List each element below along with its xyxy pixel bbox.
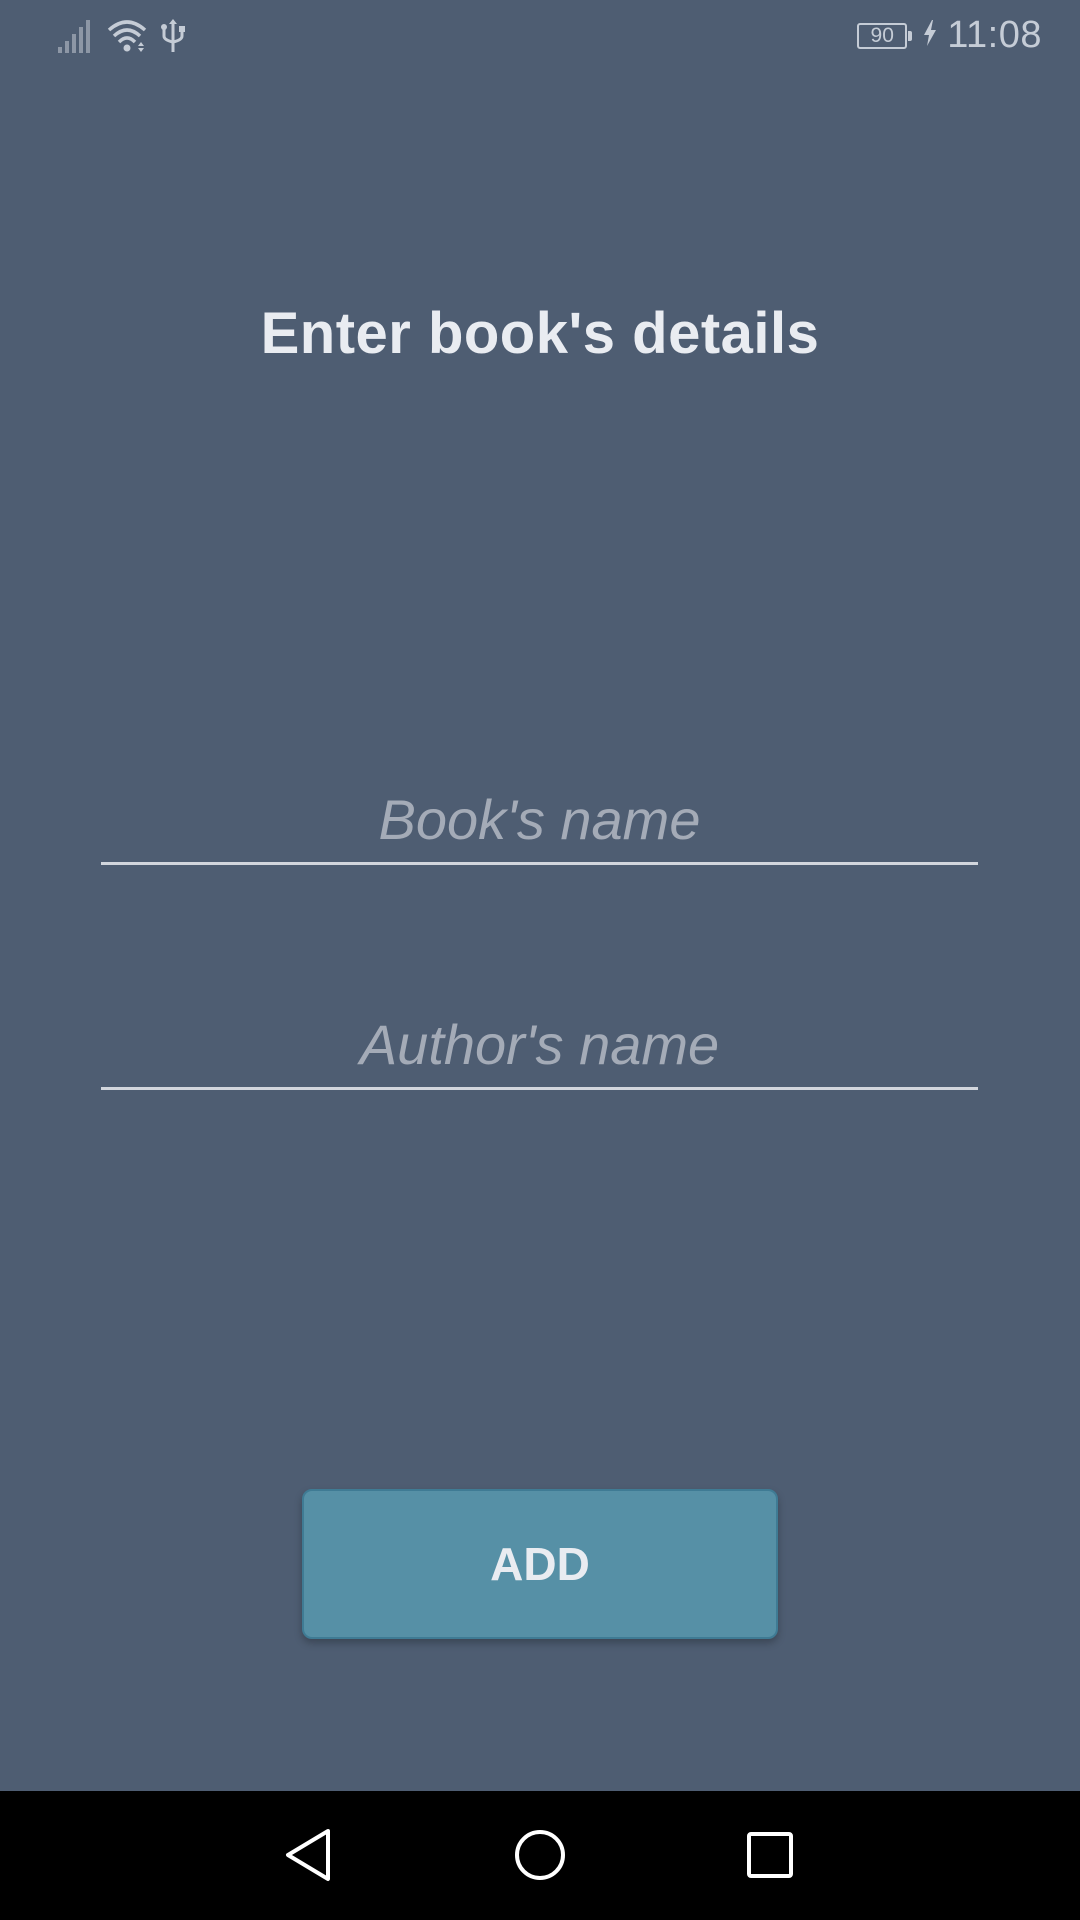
page-title: Enter book's details — [260, 301, 820, 366]
signal-icon — [58, 19, 94, 58]
wifi-icon — [106, 18, 148, 59]
home-button[interactable] — [508, 1823, 572, 1887]
add-button-label: ADD — [490, 1538, 590, 1590]
author-name-input[interactable] — [101, 1010, 978, 1090]
navigation-bar — [0, 1791, 1080, 1920]
status-bar: 90 11:08 — [0, 0, 1080, 75]
status-left — [58, 18, 186, 59]
home-icon — [515, 1830, 565, 1880]
add-book-screen: 90 11:08 Enter book's details ADD — [0, 0, 1080, 1920]
back-button[interactable] — [278, 1823, 342, 1887]
recent-apps-icon — [747, 1832, 793, 1878]
charging-icon — [923, 20, 937, 51]
battery-level: 90 — [870, 23, 894, 47]
recent-apps-button[interactable] — [738, 1823, 802, 1887]
back-icon — [286, 1829, 330, 1881]
battery-icon: 90 — [857, 22, 913, 49]
add-button[interactable]: ADD — [302, 1489, 778, 1639]
book-name-input[interactable] — [101, 785, 978, 865]
status-right: 90 11:08 — [857, 14, 1042, 57]
usb-icon — [160, 18, 186, 59]
status-time: 11:08 — [947, 14, 1042, 56]
